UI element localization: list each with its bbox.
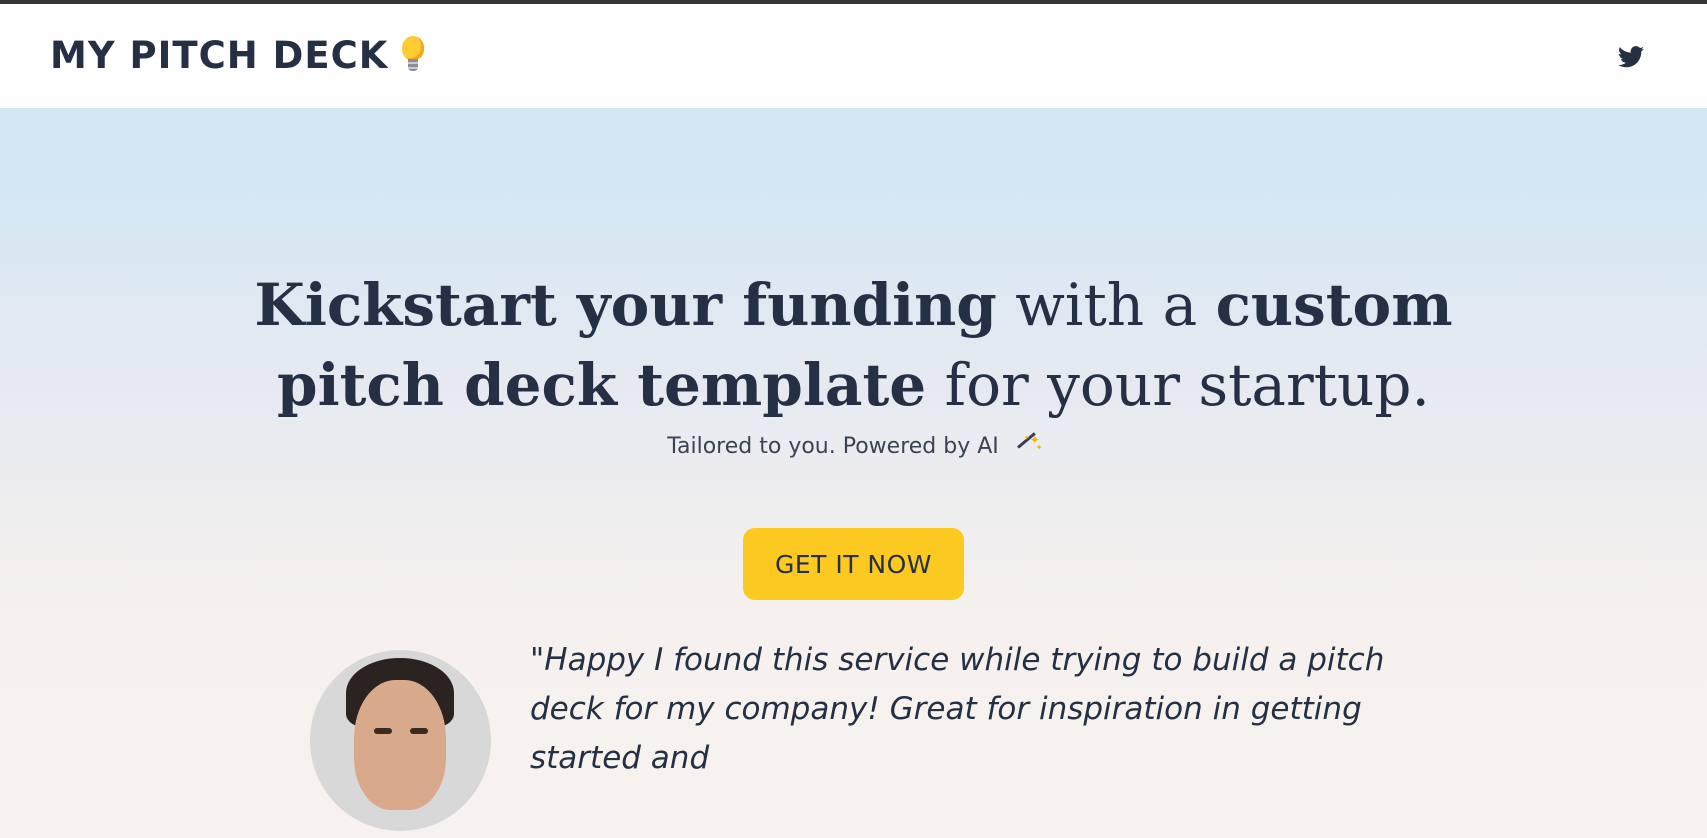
testimonial-quote: "Happy I found this service while trying… — [530, 642, 1385, 776]
headline-strong-1: Kickstart your funding — [254, 270, 997, 339]
magic-wand-icon: ✦ ✦ ✦ — [1016, 432, 1042, 458]
hero-subtitle: Tailored to you. Powered by AI ✦ ✦ ✦ — [0, 432, 1707, 459]
twitter-icon[interactable] — [1618, 46, 1644, 68]
site-header: MY PITCH DECK — [0, 4, 1707, 108]
brand-name: MY PITCH DECK — [50, 34, 389, 77]
get-it-now-button[interactable]: GET IT NOW — [743, 528, 964, 600]
headline-text-2: for your startup. — [926, 350, 1430, 419]
lightbulb-icon — [400, 35, 426, 76]
subtitle-text: Tailored to you. Powered by AI — [667, 434, 999, 459]
headline-text-1: with a — [996, 270, 1216, 339]
testimonial-avatar — [310, 650, 491, 831]
hero-headline: Kickstart your funding with a custom pit… — [250, 265, 1457, 425]
brand-logo[interactable]: MY PITCH DECK — [50, 34, 426, 77]
